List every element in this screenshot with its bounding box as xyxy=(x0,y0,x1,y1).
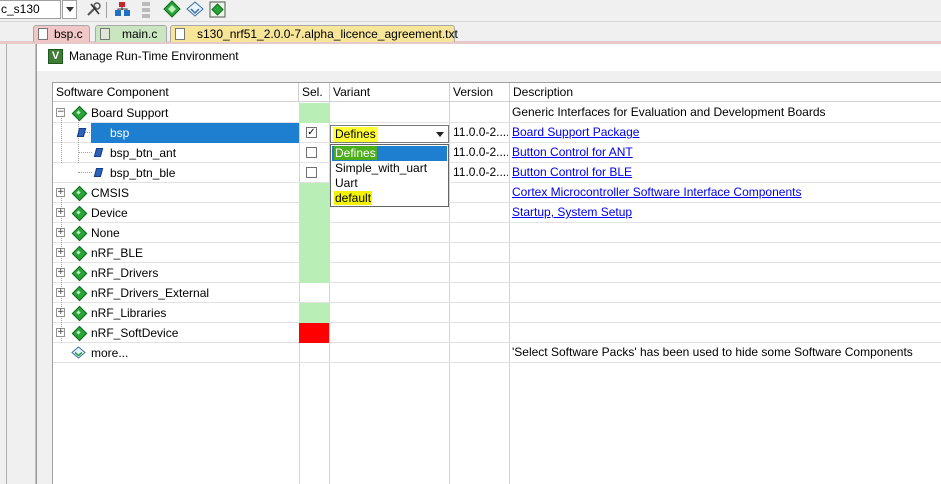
component-class-icon xyxy=(72,326,85,339)
tree-row-none[interactable]: + None xyxy=(53,223,299,243)
column-header-component[interactable]: Software Component xyxy=(53,83,299,102)
collapse-toggle[interactable]: − xyxy=(56,108,65,117)
manage-rte-dialog: V Manage Run-Time Environment Software C… xyxy=(36,44,941,484)
target-dropdown-button[interactable] xyxy=(62,0,77,19)
version-bsp-btn-ant: 11.0.0-2.... xyxy=(453,145,508,159)
pack-installer-icon[interactable] xyxy=(185,0,205,19)
variant-option-uart[interactable]: Uart xyxy=(332,176,447,191)
expand-toggle[interactable]: + xyxy=(56,248,65,257)
component-icon xyxy=(77,127,85,137)
tab-licence-agreement[interactable]: s130_nrf51_2.0.0-7.alpha_licence_agreeme… xyxy=(170,25,458,42)
sel-cell-bsp-btn-ant[interactable] xyxy=(299,143,329,163)
version-bsp-btn-ble: 11.0.0-2.... xyxy=(453,165,508,179)
tree-row-cmsis[interactable]: + CMSIS xyxy=(53,183,299,203)
component-class-icon xyxy=(72,266,85,279)
description-link-cmsis[interactable]: Cortex Microcontroller Software Interfac… xyxy=(510,183,940,203)
sel-cell-board-support xyxy=(299,103,329,123)
sel-cell-nrf-drivers-external xyxy=(299,283,329,303)
sel-cell-bsp[interactable]: ✓ xyxy=(299,123,329,143)
bsp-btn-ant-checkbox[interactable] xyxy=(306,147,317,158)
component-class-icon xyxy=(72,226,85,239)
component-grid: Software Component Sel. Variant Version … xyxy=(52,82,941,484)
bsp-checkbox[interactable]: ✓ xyxy=(306,127,317,138)
tree-row-bsp-btn-ant[interactable]: bsp_btn_ant xyxy=(53,143,299,163)
description-link-bsp-btn-ble[interactable]: Button Control for BLE xyxy=(510,163,940,183)
file-icon xyxy=(38,28,48,40)
description-link-device[interactable]: Startup, System Setup xyxy=(510,203,940,223)
column-header-sel[interactable]: Sel. xyxy=(299,83,330,102)
bsp-btn-ble-checkbox[interactable] xyxy=(306,167,317,178)
component-class-icon xyxy=(72,246,85,259)
component-icon xyxy=(94,167,102,177)
expand-toggle[interactable]: + xyxy=(56,308,65,317)
column-header-variant[interactable]: Variant xyxy=(330,83,450,102)
project-panel xyxy=(0,44,36,484)
sel-cell-bsp-btn-ble[interactable] xyxy=(299,163,329,183)
dialog-titlebar[interactable]: V Manage Run-Time Environment xyxy=(37,44,941,71)
tab-bsp-c[interactable]: bsp.c xyxy=(33,25,90,42)
options-for-target-icon[interactable] xyxy=(84,0,104,19)
sel-cell-nrf-libraries xyxy=(299,303,329,323)
expand-toggle[interactable]: + xyxy=(56,328,65,337)
tree-row-nrf-softdevice[interactable]: + nRF_SoftDevice xyxy=(53,323,299,343)
manage-multi-project-icon[interactable] xyxy=(208,0,228,19)
expand-toggle[interactable]: + xyxy=(56,288,65,297)
variant-combobox-value: Defines xyxy=(333,127,378,142)
variant-option-simple-with-uart[interactable]: Simple_with_uart xyxy=(332,161,447,176)
description-link-bsp[interactable]: Board Support Package xyxy=(510,123,940,143)
component-class-icon xyxy=(72,206,85,219)
tree-row-nrf-drivers-external[interactable]: + nRF_Drivers_External xyxy=(53,283,299,303)
column-header-version[interactable]: Version xyxy=(450,83,510,102)
dialog-title: Manage Run-Time Environment xyxy=(69,49,239,63)
sel-cell-nrf-softdevice xyxy=(299,323,329,343)
manage-run-time-environment-icon[interactable] xyxy=(162,0,182,19)
description-more: 'Select Software Packs' has been used to… xyxy=(512,345,913,359)
pack-filter-icon xyxy=(71,346,86,359)
variant-option-defines[interactable]: Defines xyxy=(332,146,447,161)
tree-row-nrf-ble[interactable]: + nRF_BLE xyxy=(53,243,299,263)
gear-file-icon xyxy=(100,28,110,40)
sel-cell-none xyxy=(299,223,329,243)
expand-toggle[interactable]: + xyxy=(56,208,65,217)
description-link-bsp-btn-ant[interactable]: Button Control for ANT xyxy=(510,143,940,163)
column-header-description[interactable]: Description xyxy=(510,83,941,102)
tree-row-bsp[interactable]: bsp xyxy=(91,123,299,143)
expand-toggle[interactable]: + xyxy=(56,188,65,197)
tree-row-nrf-drivers[interactable]: + nRF_Drivers xyxy=(53,263,299,283)
target-select[interactable]: c_s130 xyxy=(0,0,61,19)
sel-cell-device xyxy=(299,203,329,223)
description-board-support: Generic Interfaces for Evaluation and De… xyxy=(512,105,826,119)
toolbar: c_s130 xyxy=(0,0,941,22)
component-class-icon xyxy=(72,306,85,319)
tree-row-nrf-libraries[interactable]: + nRF_Libraries xyxy=(53,303,299,323)
sel-cell-cmsis xyxy=(299,183,329,203)
tree-row-board-support[interactable]: − Board Support xyxy=(53,103,299,123)
sel-cell-nrf-drivers xyxy=(299,263,329,283)
tab-main-c[interactable]: main.c xyxy=(95,25,167,42)
dialog-body: Software Component Sel. Variant Version … xyxy=(37,71,941,484)
component-class-icon xyxy=(72,286,85,299)
manage-project-items-icon[interactable] xyxy=(113,0,133,19)
tree-row-bsp-btn-ble[interactable]: bsp_btn_ble xyxy=(53,163,299,183)
tree-row-device[interactable]: + Device xyxy=(53,203,299,223)
chevron-down-icon[interactable] xyxy=(433,127,447,141)
sel-cell-nrf-ble xyxy=(299,243,329,263)
component-class-icon xyxy=(72,106,85,119)
variant-combobox[interactable]: Defines xyxy=(330,125,449,143)
component-icon xyxy=(94,147,102,157)
expand-toggle[interactable]: + xyxy=(56,268,65,277)
keil-logo-icon: V xyxy=(48,49,63,64)
variant-dropdown-list: Defines Simple_with_uart Uart default xyxy=(330,144,449,207)
version-bsp: 11.0.0-2.... xyxy=(453,125,508,139)
tree-row-more[interactable]: more... xyxy=(53,343,299,363)
file-icon xyxy=(175,28,185,40)
component-class-icon xyxy=(72,186,85,199)
variant-option-default[interactable]: default xyxy=(332,191,447,206)
select-packet-icon[interactable] xyxy=(137,0,157,19)
expand-toggle[interactable]: + xyxy=(56,228,65,237)
